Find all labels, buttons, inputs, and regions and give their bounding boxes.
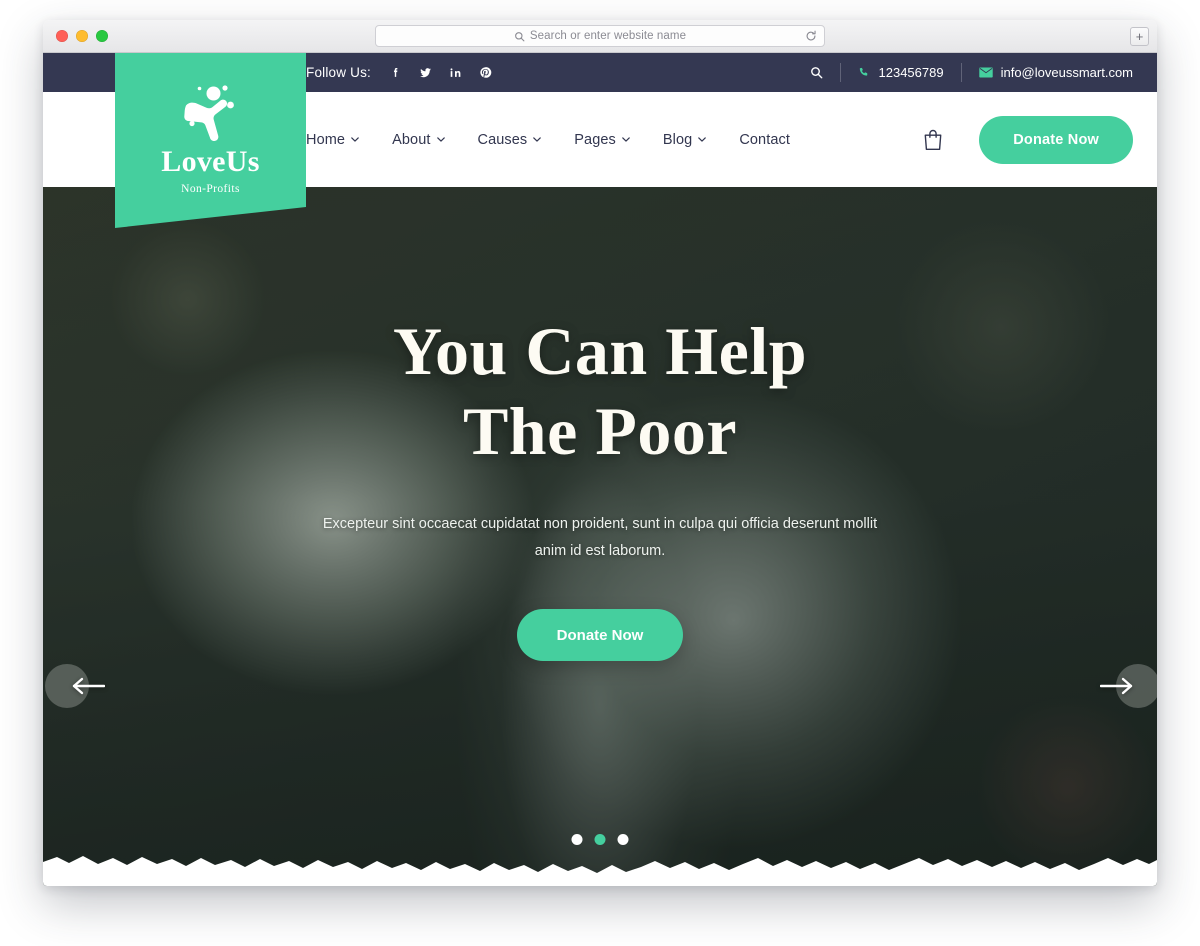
site-logo[interactable]: LoveUs Non-Profits (115, 53, 306, 228)
zoom-window-button[interactable] (96, 30, 108, 42)
social-follow-group: Follow Us: (306, 65, 492, 80)
hero-heading-line2: The Poor (462, 393, 738, 470)
hero-donate-button[interactable]: Donate Now (516, 609, 684, 662)
hero-slider: You Can Help The Poor Excepteur sint occ… (43, 187, 1157, 886)
logo-wordmark: LoveUs (161, 145, 260, 178)
carousel-dot-3[interactable] (617, 834, 629, 845)
carousel-prev-button[interactable] (45, 664, 105, 708)
social-links (389, 66, 492, 79)
search-icon (514, 31, 525, 41)
nav-label: About (392, 131, 431, 148)
search-icon[interactable] (810, 66, 823, 79)
chevron-down-icon (698, 137, 707, 142)
phone-number: 123456789 (878, 65, 944, 80)
address-placeholder: Search or enter website name (529, 30, 687, 42)
address-bar-inner: Search or enter website name (514, 30, 686, 42)
nav-item-causes[interactable]: Causes (478, 132, 542, 148)
carousel-dots (571, 834, 629, 845)
page-viewport: Follow Us: 123456789 info@loveussmart.co… (43, 53, 1157, 886)
hero-subtitle: Excepteur sint occaecat cupidatat non pr… (322, 516, 878, 560)
hero-heading: You Can Help The Poor (393, 311, 807, 471)
nav-item-home[interactable]: Home (306, 132, 359, 148)
nav-actions: Donate Now (923, 115, 1133, 164)
browser-window: Search or enter website name + Follow Us… (43, 20, 1157, 886)
chevron-down-icon (436, 137, 445, 142)
mail-icon (978, 67, 993, 78)
address-bar[interactable]: Search or enter website name (375, 25, 825, 47)
facebook-icon[interactable] (389, 66, 402, 79)
arrow-left-icon (72, 677, 105, 695)
email-address: info@loveussmart.com (1000, 65, 1133, 80)
email-contact[interactable]: info@loveussmart.com (978, 65, 1133, 80)
pinterest-icon[interactable] (479, 66, 492, 79)
linkedin-icon[interactable] (449, 66, 462, 79)
nav-label: Home (306, 131, 346, 148)
carousel-next-button[interactable] (1100, 664, 1157, 708)
window-controls (43, 30, 108, 42)
nav-label: Causes (477, 131, 528, 148)
reload-icon[interactable] (805, 30, 817, 42)
divider (960, 63, 962, 82)
shopping-bag-icon[interactable] (923, 128, 943, 151)
hero-content: You Can Help The Poor Excepteur sint occ… (43, 187, 1157, 886)
nav-item-about[interactable]: About (392, 131, 445, 148)
chevron-down-icon (533, 137, 542, 142)
nav-label: Pages (574, 131, 616, 148)
nav-item-blog[interactable]: Blog (662, 131, 707, 148)
nav-label: Contact (739, 131, 790, 148)
hero-heading-line1: You Can Help (392, 313, 808, 389)
carousel-dot-1[interactable] (571, 834, 583, 845)
chevron-down-icon (622, 137, 630, 142)
contact-group: 123456789 info@loveussmart.com (810, 63, 1133, 82)
donate-now-button[interactable]: Donate Now (979, 115, 1133, 164)
twitter-icon[interactable] (419, 66, 432, 79)
logo-tagline: Non-Profits (181, 183, 240, 195)
carousel-dot-2[interactable] (594, 834, 606, 845)
close-window-button[interactable] (56, 30, 68, 42)
arrow-right-icon (1100, 677, 1133, 695)
follow-us-label: Follow Us: (306, 65, 372, 80)
nav-item-contact[interactable]: Contact (739, 132, 790, 148)
nav-item-pages[interactable]: Pages (574, 132, 630, 148)
new-tab-button[interactable]: + (1130, 27, 1149, 46)
nav-links: Home About Causes Pages Blog Contact (306, 132, 790, 148)
person-figure-icon (183, 85, 234, 141)
phone-contact[interactable]: 123456789 (858, 65, 944, 80)
chevron-down-icon (351, 137, 359, 142)
divider (839, 63, 841, 82)
browser-titlebar: Search or enter website name + (43, 20, 1157, 53)
nav-label: Blog (662, 131, 693, 148)
minimize-window-button[interactable] (76, 30, 88, 42)
phone-icon (859, 67, 867, 76)
